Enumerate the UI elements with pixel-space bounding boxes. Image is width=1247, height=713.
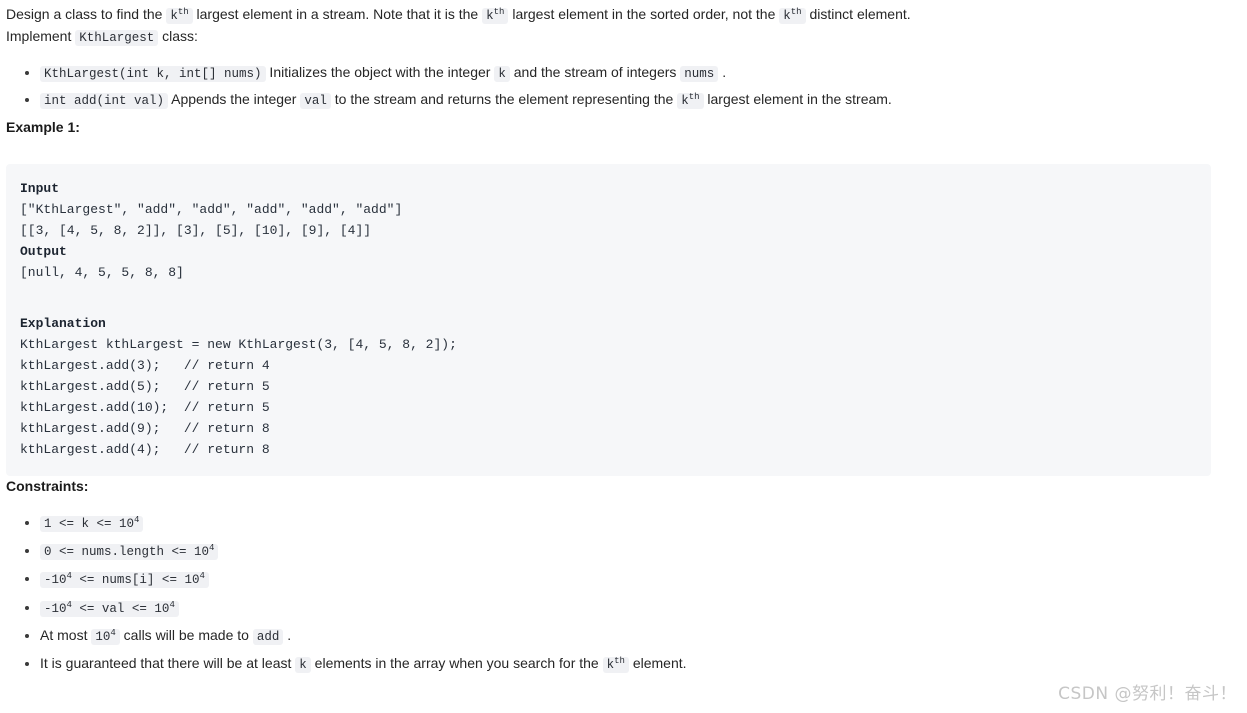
inline-code-nums-param: nums [680,65,719,82]
explanation-line-4: kthLargest.add(10); // return 5 [20,399,270,415]
inline-code-constraint-k: 1 <= k <= 104 [40,514,144,532]
inline-code-kth-4-base: k [681,94,689,109]
inline-code-val-param: val [300,93,331,110]
constraint-nums-i-b: <= nums[i] <= 10 [71,573,200,588]
list-item-constructor: KthLargest(int k, int[] nums) Initialize… [25,62,1239,89]
inline-code-kth-3-base: k [783,9,791,23]
constraint-guarantee-text-2: elements in the array when you search fo… [310,655,603,672]
inline-code-constraint-nums-length: 0 <= nums.length <= 104 [40,542,219,560]
constraint-val-b-sup: 4 [169,599,175,610]
watermark: CSDN @努利！奋斗！ [1058,683,1237,704]
constructor-text-1: Initializes the object with the integer [265,63,495,80]
inline-code-k-param: k [494,65,510,82]
constraint-calls-base: 10 [95,630,111,645]
constraints-heading: Constraints: [6,477,89,494]
inline-code-kth-5-base: k [606,658,615,673]
output-line: [null, 4, 5, 5, 8, 8] [20,265,184,281]
inline-code-kth-1-base: k [170,9,178,23]
explanation-line-5: kthLargest.add(9); // return 8 [20,420,270,436]
list-item-constraint-nums-i: -104 <= nums[i] <= 104 [25,568,1239,596]
inline-code-kth-5-sup: th [614,656,625,667]
constraint-k-sup: 4 [134,514,140,525]
constraint-val-b: <= val <= 10 [71,601,170,616]
input-label: Input [20,181,60,197]
implement-paragraph: Implement KthLargest class: [6,26,1239,48]
list-item-constraint-val: -104 <= val <= 104 [25,597,1239,625]
explanation-line-6: kthLargest.add(4); // return 8 [20,441,270,457]
inline-code-kth-4-sup: th [688,91,700,102]
constructor-text-2: and the stream of integers [509,63,681,80]
inline-code-class-name: KthLargest [75,30,159,47]
inline-code-kth-1-sup: th [177,6,189,17]
inline-code-kth-1: kth [166,6,193,24]
constraint-guarantee-text-1: It is guaranteed that there will be at l… [40,655,296,672]
constraint-calls-text-1: At most [40,627,92,644]
add-text-2: to the stream and returns the element re… [330,91,678,108]
constraint-nums-length-base: 0 <= nums.length <= 10 [44,544,210,559]
add-text-1: Appends the integer [168,91,301,108]
inline-code-k-reference: k [295,657,311,674]
list-item-add-method: int add(int val) Appends the integer val… [25,89,1239,116]
list-item-constraint-k: 1 <= k <= 104 [25,512,1239,540]
intro-text-1: Design a class to find the [6,6,167,22]
inline-code-kth-2-base: k [486,9,494,23]
constraint-calls-sup: 4 [110,627,116,638]
input-line-2: [[3, [4, 5, 8, 2]], [3], [5], [10], [9],… [20,223,372,239]
inline-code-kth-4: kth [677,91,704,110]
example-code-block: Input ["KthLargest", "add", "add", "add"… [6,164,1211,476]
inline-code-kth-2: kth [482,6,509,24]
explanation-line-2: kthLargest.add(3); // return 4 [20,357,270,373]
constraint-calls-text-3: . [283,627,292,644]
implement-text-2: class: [158,28,198,45]
explanation-label: Explanation [20,315,106,331]
constraints-list: 1 <= k <= 104 0 <= nums.length <= 104 -1… [6,512,1239,682]
constraint-nums-i-a: -10 [44,573,67,588]
input-line-1: ["KthLargest", "add", "add", "add", "add… [20,202,403,218]
constraint-calls-text-2: calls will be made to [119,627,253,644]
inline-code-kth-3: kth [779,6,806,24]
inline-code-constraint-calls-limit: 104 [91,627,120,646]
implement-text-1: Implement [6,28,76,45]
explanation-line-1: KthLargest kthLargest = new KthLargest(3… [20,336,457,352]
inline-code-add-reference: add [252,629,284,646]
inline-code-constraint-val: -104 <= val <= 104 [40,599,179,617]
constraint-val-a: -10 [44,601,67,616]
constraint-nums-i-b-sup: 4 [199,571,205,582]
constructor-text-3: . [718,63,727,80]
intro-paragraph: Design a class to find the kth largest e… [6,4,1239,26]
constraint-guarantee-text-3: element. [628,655,687,672]
add-text-3: largest element in the stream. [703,91,892,108]
example-heading: Example 1: [6,118,80,135]
intro-text-4: distinct element. [805,6,911,22]
constraint-nums-length-sup: 4 [209,542,215,553]
inline-code-kth-2-sup: th [493,6,505,17]
intro-text-2: largest element in a stream. Note that i… [192,6,483,22]
inline-code-constraint-nums-i: -104 <= nums[i] <= 104 [40,571,209,589]
problem-description-page: Design a class to find the kth largest e… [0,0,1247,713]
list-item-constraint-calls: At most 104 calls will be made to add . [25,625,1239,653]
inline-code-add-signature: int add(int val) [40,93,169,110]
list-item-constraint-guarantee: It is guaranteed that there will be at l… [25,653,1239,681]
inline-code-constructor-signature: KthLargest(int k, int[] nums) [40,65,266,82]
explanation-line-3: kthLargest.add(5); // return 5 [20,378,270,394]
output-label: Output [20,244,67,260]
method-list: KthLargest(int k, int[] nums) Initialize… [6,62,1239,117]
constraint-k-base: 1 <= k <= 10 [44,516,135,531]
list-item-constraint-nums-length: 0 <= nums.length <= 104 [25,540,1239,568]
intro-text-3: largest element in the sorted order, not… [508,6,780,22]
inline-code-kth-5: kth [602,656,629,674]
inline-code-kth-3-sup: th [790,6,802,17]
